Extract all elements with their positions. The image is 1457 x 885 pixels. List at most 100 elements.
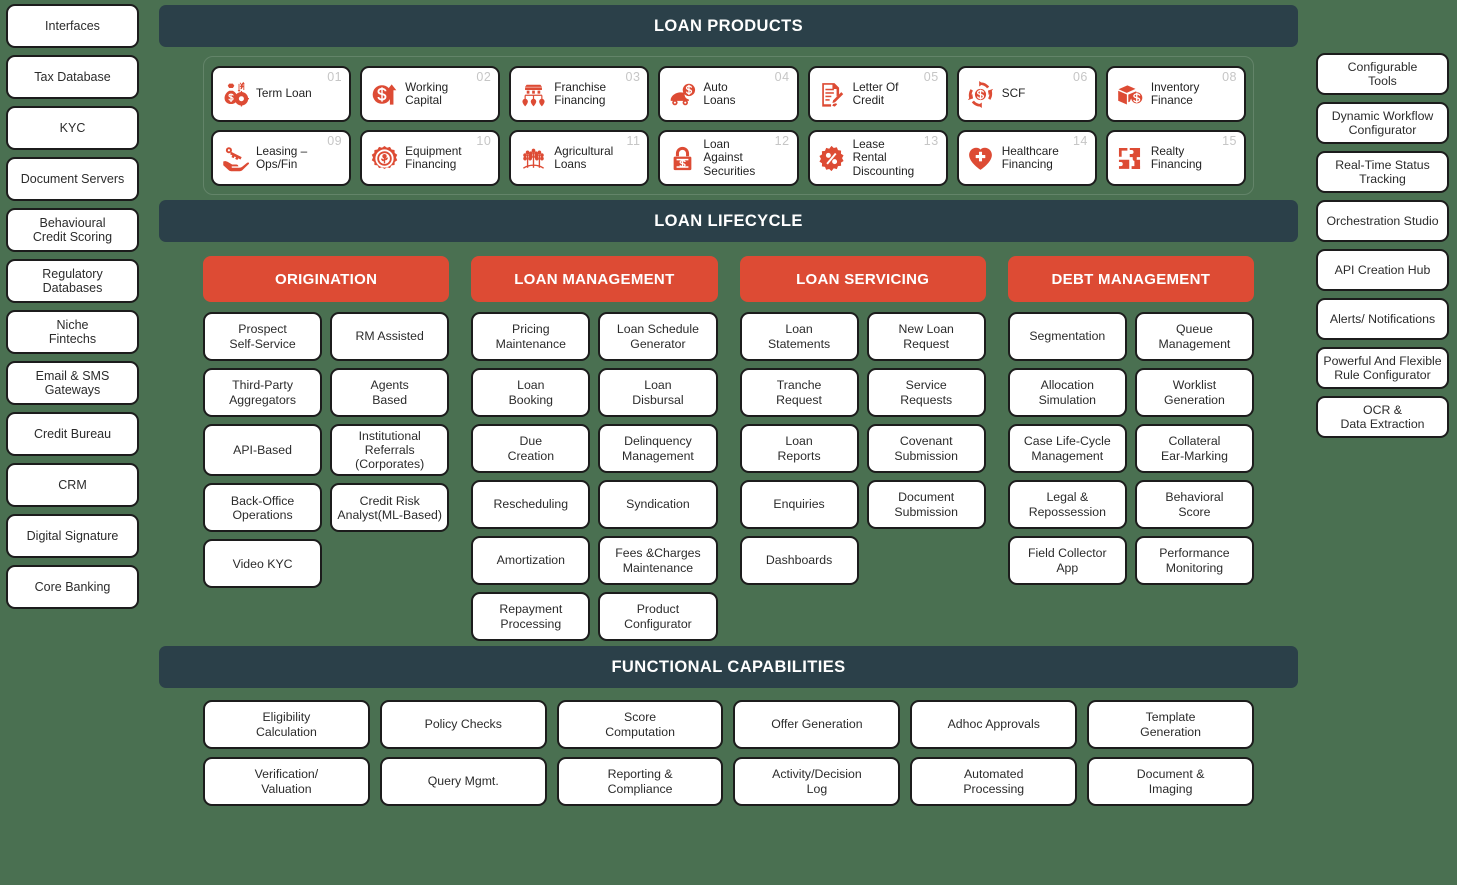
lifecycle-item[interactable]: Video KYC	[203, 539, 323, 589]
lifecycle-item[interactable]: Loan Statements	[739, 312, 859, 361]
lifecycle-item[interactable]: New Loan Request	[866, 312, 986, 361]
lifecycle-item[interactable]: Covenant Submission	[866, 424, 986, 473]
sidebar-item-left[interactable]: Core Banking	[6, 565, 139, 609]
lifecycle-item[interactable]: Performance Monitoring	[1134, 536, 1254, 585]
lifecycle-column-header[interactable]: LOAN MANAGEMENT	[471, 256, 718, 302]
lifecycle-column-header[interactable]: DEBT MANAGEMENT	[1007, 256, 1254, 302]
sidebar-item-right[interactable]: Dynamic Workflow Configurator	[1316, 102, 1449, 144]
lifecycle-item[interactable]: API-Based	[203, 424, 323, 477]
functional-capability-item[interactable]: Adhoc Approvals	[910, 700, 1078, 749]
lifecycle-item[interactable]: Loan Booking	[471, 368, 591, 417]
lifecycle-item[interactable]: Loan Disbursal	[598, 368, 718, 417]
lifecycle-item[interactable]: Queue Management	[1134, 312, 1254, 361]
sidebar-item-left[interactable]: Niche Fintechs	[6, 310, 139, 354]
right-sidebar: Configurable Tools Dynamic Workflow Confi…	[1310, 0, 1457, 438]
lifecycle-item[interactable]: Syndication	[598, 480, 718, 529]
lifecycle-item[interactable]: Back-Office Operations	[203, 483, 323, 533]
lifecycle-item[interactable]: RM Assisted	[330, 312, 450, 361]
lifecycle-item[interactable]: Rescheduling	[471, 480, 591, 529]
lifecycle-item-label: Case Life-Cycle Management	[1023, 434, 1111, 463]
loan-product-card[interactable]: Inventory Finance 08	[1105, 66, 1246, 122]
loan-product-card[interactable]: Equipment Financing 10	[360, 130, 501, 186]
lifecycle-item[interactable]: Pricing Maintenance	[471, 312, 591, 361]
sidebar-item-left[interactable]: Email & SMS Gateways	[6, 361, 139, 405]
lifecycle-column-header[interactable]: ORIGINATION	[203, 256, 450, 302]
lifecycle-item[interactable]: Segmentation	[1007, 312, 1127, 361]
lifecycle-item[interactable]: Fees &Charges Maintenance	[598, 536, 718, 585]
lifecycle-item[interactable]: Dashboards	[739, 536, 859, 585]
sidebar-item-left[interactable]: KYC	[6, 106, 139, 150]
lifecycle-item[interactable]: Amortization	[471, 536, 591, 585]
loan-product-number: 01	[327, 70, 343, 84]
lifecycle-item[interactable]: Behavioral Score	[1134, 480, 1254, 529]
lifecycle-item[interactable]: Loan Reports	[739, 424, 859, 473]
sidebar-item-left[interactable]: Document Servers	[6, 157, 139, 201]
lifecycle-item[interactable]: Third-Party Aggregators	[203, 368, 323, 417]
lifecycle-item[interactable]: Loan Schedule Generator	[598, 312, 718, 361]
functional-capability-item[interactable]: Offer Generation	[733, 700, 901, 749]
sidebar-item-right[interactable]: Orchestration Studio	[1316, 200, 1449, 242]
sidebar-item-right[interactable]: OCR & Data Extraction	[1316, 396, 1449, 438]
lifecycle-item[interactable]: Enquiries	[739, 480, 859, 529]
loan-product-card[interactable]: Term Loan 01	[211, 66, 352, 122]
lifecycle-item[interactable]: Product Configurator	[598, 592, 718, 641]
sidebar-item-left[interactable]: CRM	[6, 463, 139, 507]
sidebar-item-left[interactable]: Behavioural Credit Scoring	[6, 208, 139, 252]
functional-capability-item[interactable]: Policy Checks	[379, 700, 547, 749]
loan-product-card[interactable]: Healthcare Financing 14	[956, 130, 1097, 186]
sidebar-item-right[interactable]: Powerful And Flexible Rule Configurator	[1316, 347, 1449, 389]
functional-capability-item[interactable]: Score Computation	[556, 700, 724, 749]
lifecycle-item[interactable]: Due Creation	[471, 424, 591, 473]
functional-capability-item[interactable]: Template Generation	[1087, 700, 1254, 749]
functional-capability-item[interactable]: Verification/ Valuation	[203, 757, 370, 806]
loan-product-card[interactable]: Letter Of Credit 05	[807, 66, 948, 122]
loan-product-card[interactable]: Lease Rental Discounting 13	[807, 130, 948, 186]
functional-capability-item[interactable]: Activity/Decision Log	[733, 757, 901, 806]
sidebar-item-label: Email & SMS Gateways	[35, 368, 110, 397]
sidebar-item-right[interactable]: API Creation Hub	[1316, 249, 1449, 291]
sidebar-item-right[interactable]: Alerts/ Notifications	[1316, 298, 1449, 340]
loan-product-card[interactable]: Working Capital 02	[360, 66, 501, 122]
lifecycle-item-label: Video KYC	[232, 556, 293, 571]
sidebar-item-label: OCR & Data Extraction	[1340, 402, 1425, 431]
sidebar-item-left[interactable]: Interfaces	[6, 4, 139, 48]
loan-product-card[interactable]: Agricultural Loans 11	[509, 130, 650, 186]
lifecycle-item[interactable]: Document Submission	[866, 480, 986, 529]
sidebar-item-left[interactable]: Credit Bureau	[6, 412, 139, 456]
lifecycle-item[interactable]: Tranche Request	[739, 368, 859, 417]
lifecycle-item[interactable]: Delinquency Management	[598, 424, 718, 473]
lifecycle-item[interactable]: Credit Risk Analyst(ML-Based)	[330, 483, 450, 533]
lifecycle-item[interactable]: Repayment Processing	[471, 592, 591, 641]
loan-product-card[interactable]: Realty Financing 15	[1105, 130, 1246, 186]
loan-product-card[interactable]: Leasing – Ops/Fin 09	[211, 130, 352, 186]
lifecycle-item[interactable]: Prospect Self-Service	[203, 312, 323, 361]
lifecycle-item[interactable]: Agents Based	[330, 368, 450, 417]
lifecycle-item[interactable]: Service Requests	[866, 368, 986, 417]
functional-capability-label: Template Generation	[1140, 710, 1201, 739]
sidebar-item-right[interactable]: Configurable Tools	[1316, 53, 1449, 95]
functional-capability-item[interactable]: Reporting & Compliance	[556, 757, 724, 806]
loan-product-label: Letter Of Credit	[852, 79, 899, 107]
lifecycle-item[interactable]: Allocation Simulation	[1007, 368, 1127, 417]
lifecycle-item[interactable]: Worklist Generation	[1134, 368, 1254, 417]
lifecycle-item[interactable]: Field Collector App	[1007, 536, 1127, 585]
functional-capability-label: Verification/ Valuation	[254, 767, 319, 796]
lifecycle-item[interactable]: Collateral Ear-Marking	[1134, 424, 1254, 473]
loan-product-card[interactable]: SCF 06	[956, 66, 1097, 122]
lifecycle-item[interactable]: Institutional Referrals (Corporates)	[330, 424, 450, 477]
functional-capability-item[interactable]: Document & Imaging	[1087, 757, 1254, 806]
lifecycle-item[interactable]: Case Life-Cycle Management	[1007, 424, 1127, 473]
sidebar-item-left[interactable]: Digital Signature	[6, 514, 139, 558]
loan-product-card[interactable]: Loan Against Securities 12	[658, 130, 799, 186]
functional-capability-item[interactable]: Automated Processing	[910, 757, 1078, 806]
loan-product-card[interactable]: Auto Loans 04	[658, 66, 799, 122]
functional-capability-item[interactable]: Query Mgmt.	[379, 757, 547, 806]
sidebar-item-left[interactable]: Tax Database	[6, 55, 139, 99]
loan-product-label: Realty Financing	[1150, 143, 1202, 171]
lifecycle-item[interactable]: Legal & Repossession	[1007, 480, 1127, 529]
sidebar-item-left[interactable]: Regulatory Databases	[6, 259, 139, 303]
loan-product-card[interactable]: Franchise Financing 03	[509, 66, 650, 122]
sidebar-item-right[interactable]: Real-Time Status Tracking	[1316, 151, 1449, 193]
lifecycle-column-header[interactable]: LOAN SERVICING	[739, 256, 986, 302]
functional-capability-item[interactable]: Eligibility Calculation	[203, 700, 370, 749]
